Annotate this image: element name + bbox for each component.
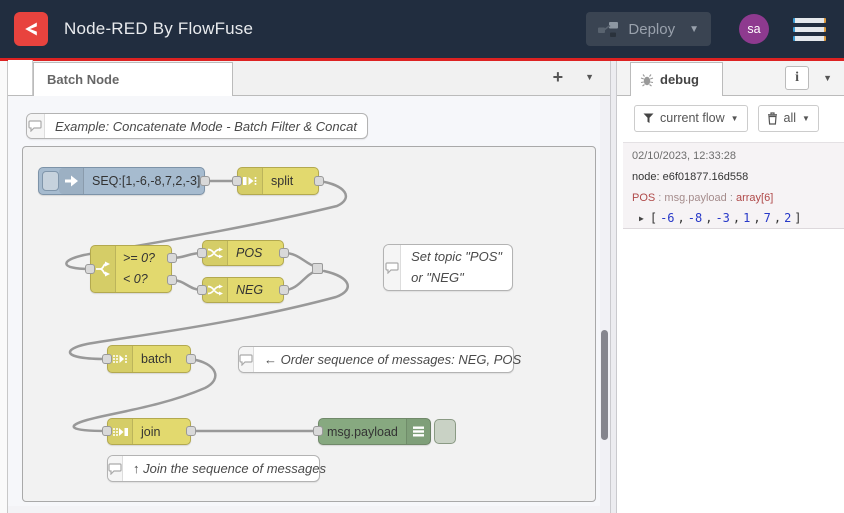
port-output[interactable] — [186, 426, 196, 436]
flow-list-icon[interactable]: ▼ — [585, 72, 594, 82]
join-label: join — [141, 424, 161, 439]
menu-icon[interactable] — [793, 17, 826, 41]
comment-icon — [27, 114, 45, 138]
comment-icon — [108, 456, 123, 481]
batch-label: batch — [141, 352, 172, 366]
vertical-scrollbar[interactable] — [600, 96, 610, 513]
filter-label: current flow — [660, 111, 725, 125]
add-flow-button[interactable]: + — [553, 68, 564, 86]
debug-type: array[6] — [735, 192, 774, 204]
tab-debug-label: debug — [660, 72, 699, 87]
info-button[interactable]: i — [785, 66, 810, 90]
port-output[interactable] — [279, 248, 289, 258]
tab-scroll-left[interactable] — [8, 60, 33, 95]
comment-icon — [384, 245, 402, 290]
change-node-pos[interactable]: POS — [202, 240, 284, 266]
app-title: Node-RED By FlowFuse — [64, 19, 254, 38]
debug-meta: POS : msg.payload : array[6] — [632, 192, 774, 204]
port-input[interactable] — [313, 426, 323, 436]
flowfuse-logo-icon — [14, 12, 48, 46]
debug-node-id: node: e6f01877.16d558 — [632, 171, 749, 183]
clear-button[interactable]: all ▼ — [757, 104, 819, 132]
comment-text: Set topic "POS" — [411, 249, 502, 265]
wires-layer — [65, 179, 349, 433]
batch-node[interactable]: batch — [107, 345, 191, 373]
debug-toolbar: current flow ▼ all ▼ — [617, 96, 844, 140]
join-node[interactable]: join — [107, 418, 191, 445]
debug-node[interactable]: msg.payload — [318, 418, 431, 445]
switch-rule-2: < 0? — [123, 272, 148, 286]
inject-label: SEQ:[1,-6,-8,7,2,-3] — [92, 174, 201, 188]
port-input[interactable] — [102, 426, 112, 436]
comment-text: or "NEG" — [411, 269, 464, 285]
debug-message: 02/10/2023, 12:33:28 node: e6f01877.16d5… — [623, 142, 844, 229]
expand-icon[interactable]: ▶ — [639, 214, 644, 223]
funnel-icon — [643, 113, 654, 123]
port-output[interactable] — [167, 253, 177, 263]
port-input[interactable] — [232, 176, 242, 186]
comment-text: ← Order sequence of messages: NEG, POS — [264, 352, 522, 367]
horizontal-scrollbar[interactable] — [8, 506, 600, 513]
debug-payload: ▶[-6, -8, -3, 1, 7, 2] — [639, 211, 802, 225]
filter-button[interactable]: current flow ▼ — [634, 104, 748, 132]
inject-icon — [59, 168, 84, 194]
user-avatar[interactable]: sa — [739, 14, 769, 44]
flow-tabbar: Batch Node + ▼ — [8, 60, 610, 96]
chevron-down-icon: ▼ — [802, 113, 810, 123]
change-node-neg[interactable]: NEG — [202, 277, 284, 303]
inject-node[interactable]: SEQ:[1,-6,-8,7,2,-3] — [38, 167, 205, 195]
debug-label: msg.payload — [327, 424, 398, 439]
debug-topic: POS — [632, 192, 656, 204]
debug-toggle-button[interactable] — [434, 419, 456, 444]
port-input[interactable] — [102, 354, 112, 364]
tab-debug[interactable]: debug — [630, 62, 723, 96]
flow-canvas[interactable]: Example: Concatenate Mode - Batch Filter… — [8, 96, 600, 506]
junction-node[interactable] — [312, 263, 323, 274]
node-red-window: Node-RED By FlowFuse Deploy ▼ sa Batch N… — [0, 0, 844, 513]
port-output[interactable] — [186, 354, 196, 364]
inject-button[interactable] — [42, 171, 59, 191]
debug-sidebar: debug i ▼ current flow ▼ all ▼ 02/10/202… — [617, 61, 844, 513]
sidebar-resize-handle[interactable] — [610, 61, 617, 513]
comment-node-title[interactable]: Example: Concatenate Mode - Batch Filter… — [26, 113, 368, 139]
scrollbar-thumb[interactable] — [601, 330, 608, 440]
palette-strip[interactable] — [0, 61, 8, 513]
port-output[interactable] — [314, 176, 324, 186]
bug-icon — [640, 73, 654, 86]
port-output[interactable] — [167, 275, 177, 285]
debug-property: msg.payload — [664, 192, 727, 204]
port-input[interactable] — [85, 264, 95, 274]
workspace: Batch Node + ▼ Example: Concatenate Mode… — [0, 60, 610, 513]
sidebar-dropdown-icon[interactable]: ▼ — [823, 73, 832, 83]
debug-icon — [405, 419, 431, 444]
header: Node-RED By FlowFuse Deploy ▼ sa — [0, 0, 844, 58]
debug-timestamp: 02/10/2023, 12:33:28 — [632, 150, 736, 162]
port-input[interactable] — [197, 248, 207, 258]
clear-label: all — [783, 111, 797, 125]
comment-text: Example: Concatenate Mode - Batch Filter… — [54, 118, 357, 134]
change-neg-label: NEG — [236, 283, 264, 297]
split-label: split — [271, 174, 294, 188]
comment-text: ↑ Join the sequence of messages — [133, 461, 326, 476]
comment-icon — [239, 347, 254, 372]
deploy-dropdown-icon[interactable]: ▼ — [689, 24, 699, 35]
split-node[interactable]: split — [237, 167, 319, 195]
deploy-button[interactable]: Deploy ▼ — [586, 12, 711, 46]
switch-node[interactable]: >= 0? < 0? — [90, 245, 172, 293]
port-output[interactable] — [279, 285, 289, 295]
tab-batch-node[interactable]: Batch Node — [33, 62, 233, 96]
port-input[interactable] — [197, 285, 207, 295]
deploy-label: Deploy — [628, 20, 676, 38]
sidebar-tabbar: debug i ▼ — [617, 61, 844, 96]
comment-node-settopic[interactable]: Set topic "POS" or "NEG" — [383, 244, 513, 291]
change-pos-label: POS — [236, 246, 263, 260]
port-output[interactable] — [200, 176, 210, 186]
comment-node-join[interactable]: ↑ Join the sequence of messages — [107, 455, 326, 482]
deploy-nodes-icon — [598, 21, 619, 37]
switch-rule-1: >= 0? — [123, 250, 155, 265]
chevron-down-icon: ▼ — [730, 113, 739, 123]
comment-node-order[interactable]: ← Order sequence of messages: NEG, POS — [238, 346, 521, 373]
trash-icon — [767, 111, 777, 125]
